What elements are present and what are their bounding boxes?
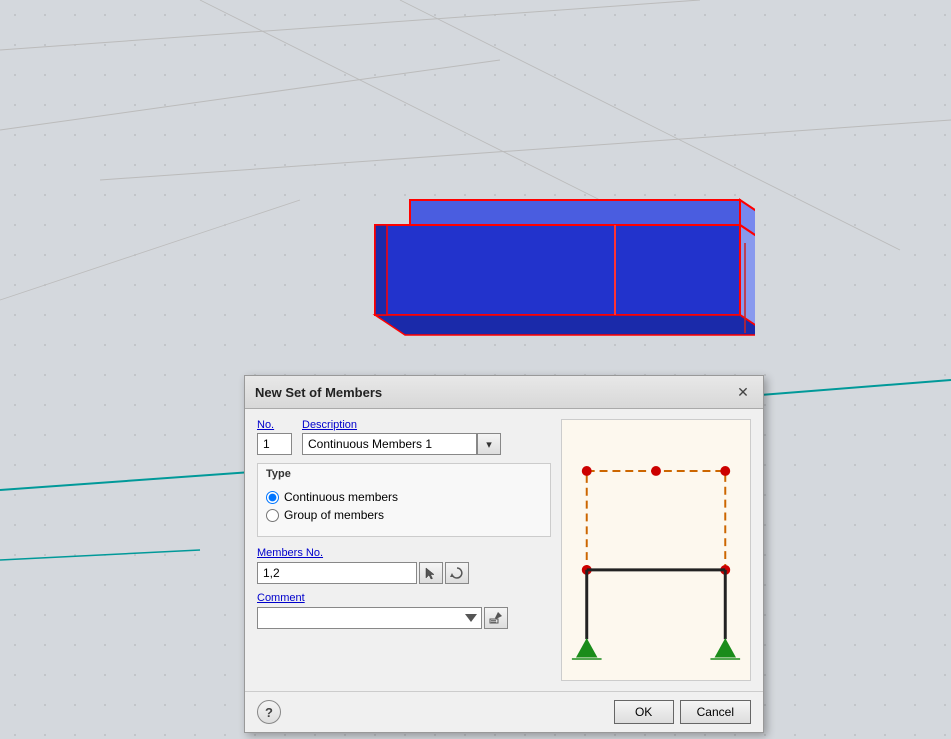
- ok-button[interactable]: OK: [614, 700, 674, 724]
- dialog-titlebar: New Set of Members ✕: [245, 376, 763, 409]
- continuous-members-label: Continuous members: [284, 490, 398, 504]
- dialog-footer: ? OK Cancel: [245, 691, 763, 732]
- comment-label[interactable]: Comment: [257, 592, 551, 604]
- dialog-close-button[interactable]: ✕: [733, 382, 753, 402]
- type-label: Type: [266, 468, 542, 480]
- description-dropdown-btn[interactable]: ▾: [477, 433, 501, 455]
- new-set-of-members-dialog: New Set of Members ✕ No. Description ▾: [244, 375, 764, 733]
- comment-edit-button[interactable]: [484, 607, 508, 629]
- type-radio-group: Continuous members Group of members: [266, 484, 542, 528]
- cursor-icon: [424, 566, 438, 580]
- members-no-section: Members No.: [257, 545, 551, 584]
- edit-icon: [489, 611, 503, 625]
- comment-select[interactable]: [257, 607, 482, 629]
- no-group: No.: [257, 419, 292, 455]
- continuous-members-option[interactable]: Continuous members: [266, 490, 542, 504]
- members-no-input-row: [257, 562, 551, 584]
- preview-svg: [562, 420, 750, 680]
- preview-panel: [561, 419, 751, 681]
- comment-input-row: [257, 607, 551, 629]
- cancel-button[interactable]: Cancel: [680, 700, 751, 724]
- refresh-icon: [450, 566, 464, 580]
- dialog-title: New Set of Members: [255, 385, 382, 400]
- group-of-members-option[interactable]: Group of members: [266, 508, 542, 522]
- members-refresh-button[interactable]: [445, 562, 469, 584]
- footer-action-buttons: OK Cancel: [614, 700, 751, 724]
- 3d-beam: [355, 195, 755, 370]
- continuous-members-radio[interactable]: [266, 491, 279, 504]
- no-label[interactable]: No.: [257, 419, 292, 431]
- members-no-label[interactable]: Members No.: [257, 547, 323, 559]
- description-input[interactable]: [302, 433, 477, 455]
- dialog-form: No. Description ▾ Type Continu: [257, 419, 551, 681]
- dialog-content: No. Description ▾ Type Continu: [245, 409, 763, 691]
- type-section: Type Continuous members Group of members: [257, 463, 551, 537]
- members-picker-button[interactable]: [419, 562, 443, 584]
- description-label[interactable]: Description: [302, 419, 501, 431]
- no-input[interactable]: [257, 433, 292, 455]
- help-button[interactable]: ?: [257, 700, 281, 724]
- group-of-members-radio[interactable]: [266, 509, 279, 522]
- group-of-members-label: Group of members: [284, 508, 384, 522]
- members-no-input[interactable]: [257, 562, 417, 584]
- description-group: Description ▾: [302, 419, 501, 455]
- comment-section: Comment: [257, 592, 551, 629]
- no-description-row: No. Description ▾: [257, 419, 551, 455]
